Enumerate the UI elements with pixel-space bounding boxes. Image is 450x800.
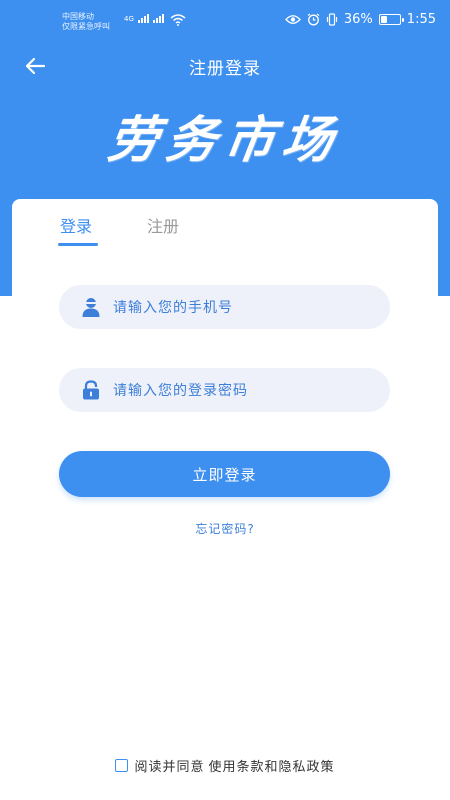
page-title: 注册登录 bbox=[189, 59, 261, 79]
tab-register[interactable]: 注册 bbox=[147, 213, 179, 237]
password-placeholder: 请输入您的登录密码 bbox=[113, 383, 248, 399]
brand-logo: 劳务市场 bbox=[104, 110, 345, 169]
forgot-password-link[interactable]: 忘记密码? bbox=[12, 520, 438, 537]
signal-bars bbox=[137, 14, 149, 23]
battery-percent: 36% bbox=[343, 12, 373, 27]
active-tab-indicator bbox=[58, 243, 98, 246]
agreement-checkbox[interactable] bbox=[115, 759, 129, 772]
terms-privacy-link[interactable]: 使用条款和隐私政策 bbox=[209, 756, 335, 775]
login-button[interactable]: 立即登录 bbox=[59, 451, 390, 497]
carrier-info: 中国移动 仅限紧急呼叫 bbox=[62, 12, 110, 32]
agreement-prefix: 阅读并同意 bbox=[134, 760, 205, 775]
phone-input[interactable]: 请输入您的手机号 bbox=[59, 285, 390, 329]
status-right: 36% 1:55 bbox=[285, 12, 436, 27]
cellular-signal-icon: 4G bbox=[124, 14, 164, 23]
battery-icon bbox=[378, 14, 404, 25]
clock: 1:55 bbox=[406, 12, 436, 27]
signal-bars-secondary bbox=[152, 14, 164, 23]
login-card: 登录 注册 请输入您的手机号 请输入您的登录密码 立即登录 忘记密码? bbox=[12, 199, 438, 800]
alarm-icon bbox=[307, 13, 320, 26]
phone-placeholder: 请输入您的手机号 bbox=[113, 300, 233, 316]
vibrate-icon bbox=[326, 13, 337, 26]
battery-fill bbox=[380, 16, 388, 23]
wifi-icon bbox=[170, 14, 186, 26]
tab-login[interactable]: 登录 bbox=[60, 213, 92, 237]
status-bar: 中国移动 仅限紧急呼叫 4G 36% 1:55 bbox=[0, 0, 450, 40]
network-type: 4G bbox=[124, 15, 134, 23]
password-input[interactable]: 请输入您的登录密码 bbox=[59, 368, 390, 412]
carrier-status: 仅限紧急呼叫 bbox=[62, 22, 110, 31]
carrier-name: 中国移动 bbox=[62, 12, 94, 21]
lock-icon bbox=[81, 380, 101, 400]
agreement-row: 阅读并同意 使用条款和隐私政策 bbox=[0, 756, 450, 775]
eye-icon bbox=[285, 15, 301, 24]
user-icon bbox=[81, 297, 101, 317]
